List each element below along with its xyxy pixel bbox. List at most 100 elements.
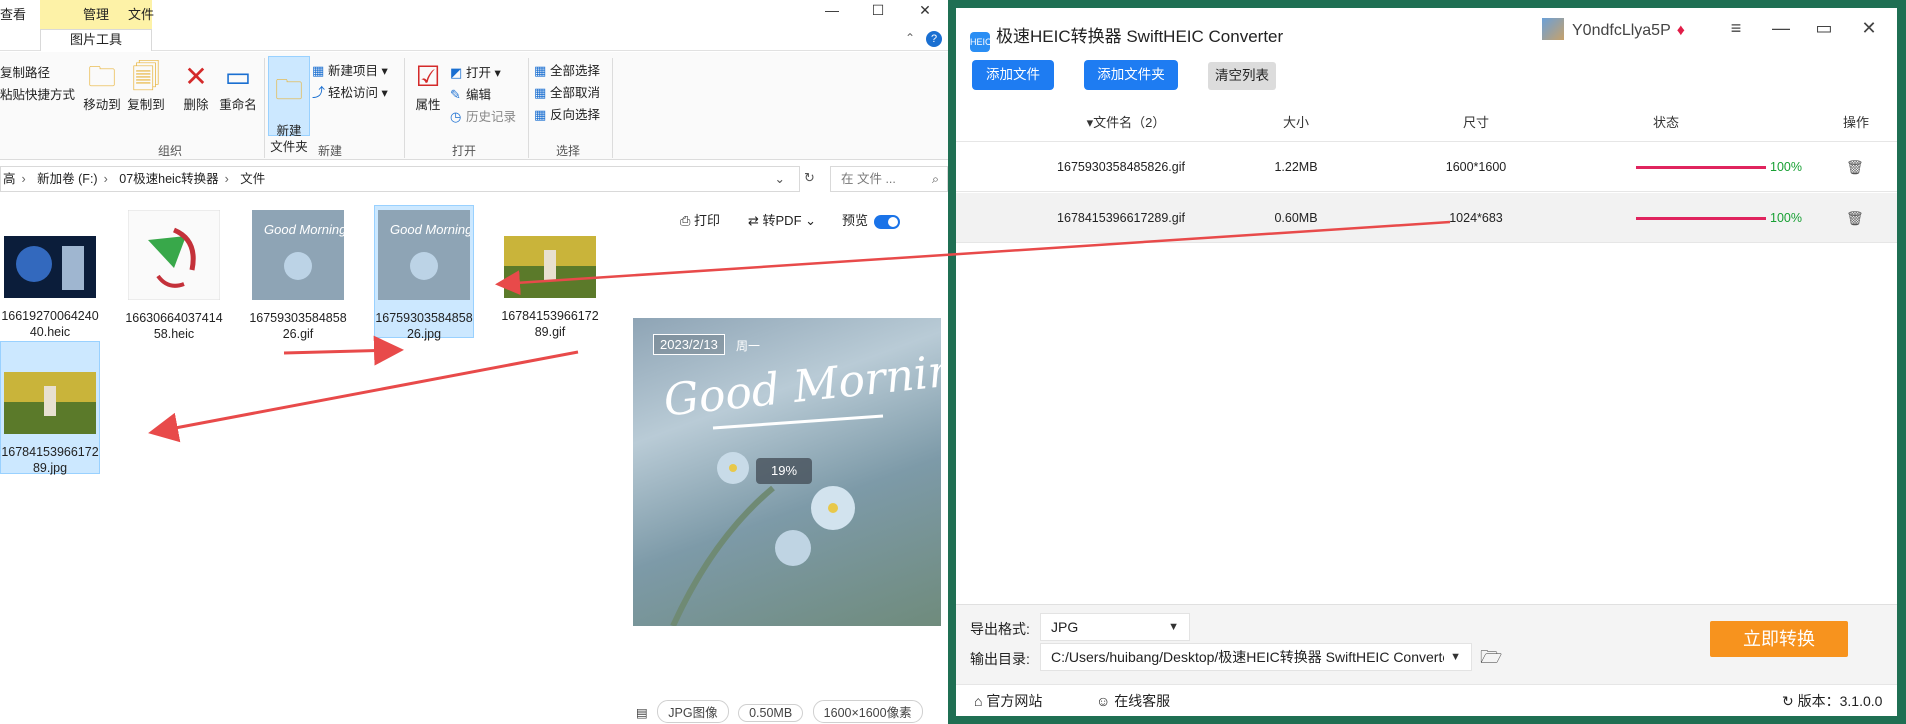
add-file-button[interactable]: 添加文件 <box>972 60 1054 90</box>
export-format-value: JPG <box>1051 619 1079 635</box>
delete-button[interactable]: ✕ 删除 <box>176 60 216 113</box>
output-dir-field[interactable]: C:/Users/huibang/Desktop/极速HEIC转换器 Swift… <box>1040 643 1472 671</box>
trash-icon[interactable]: 🗑 <box>1846 142 1864 192</box>
file-explorer-window: 查看 管理 文件 — ☐ ✕ 图片工具 ⌃ ? 复制路径 粘贴快捷方式 🗀 移动… <box>0 0 948 724</box>
file-item[interactable]: 1678415396617289.gif <box>500 236 600 340</box>
move-to-label: 移动到 <box>83 98 121 112</box>
search-input[interactable]: 在 文件 ... ⌕ <box>830 166 948 192</box>
file-name: 1678415396617289.jpg <box>1 445 99 475</box>
invert-selection-button[interactable]: ▦ 反向选择 <box>534 104 600 123</box>
file-item[interactable]: 1661927006424040.heic <box>0 236 100 340</box>
column-action: 操作 <box>1842 115 1869 130</box>
breadcrumb-item[interactable]: 文件 <box>240 172 265 186</box>
column-dimensions: 尺寸 <box>1462 115 1489 130</box>
open-folder-icon[interactable]: 🗁 <box>1480 645 1502 675</box>
select-all-button[interactable]: ▦ 全部选择 <box>534 60 600 79</box>
paste-shortcut-button[interactable]: 粘贴快捷方式 <box>0 84 75 103</box>
breadcrumb-item[interactable]: 新加卷 (F:) <box>37 172 97 186</box>
bottom-bar: ⌂ 官方网站 ☺ 在线客服 ↻ 版本：3.1.0.0 <box>956 684 1897 716</box>
export-format-select[interactable]: JPG ▼ <box>1040 613 1190 641</box>
address-bar[interactable]: 高 › 新加卷 (F:) › 07极速heic转换器 › 文件 ⌄ <box>0 166 800 192</box>
refresh-icon[interactable]: ↻ <box>804 170 815 186</box>
breadcrumb-item[interactable]: 07极速heic转换器 <box>119 172 218 186</box>
search-icon[interactable]: ⌕ <box>932 167 939 191</box>
tab-picture-tools[interactable]: 图片工具 <box>40 29 152 51</box>
new-folder-label: 新建 文件夹 <box>270 124 308 154</box>
convert-now-button[interactable]: 立即转换 <box>1710 621 1848 657</box>
new-folder-button[interactable]: 🗀 新建 文件夹 <box>268 56 310 154</box>
app-title: 极速HEIC转换器 SwiftHEIC Converter <box>996 27 1284 46</box>
export-format-label: 导出格式: <box>970 621 1030 637</box>
trash-icon[interactable]: 🗑 <box>1846 193 1864 243</box>
rename-button[interactable]: ▭ 重命名 <box>214 60 262 113</box>
open-button[interactable]: ◩ 打开 ▾ <box>450 62 501 81</box>
chevron-down-icon[interactable]: ⌄ <box>775 167 785 191</box>
caret-down-icon: ▼ <box>1444 644 1461 670</box>
output-dir-value: C:/Users/huibang/Desktop/极速HEIC转换器 Swift… <box>1051 649 1455 665</box>
select-none-icon: ▦ <box>534 85 547 100</box>
select-all-label: 全部选择 <box>550 64 601 78</box>
rename-label: 重命名 <box>219 98 257 112</box>
file-item-selected[interactable]: 1678415396617289.jpg <box>0 341 100 475</box>
select-none-button[interactable]: ▦ 全部取消 <box>534 82 600 101</box>
file-item-selected[interactable]: Good Morning! 1675930358485826.jpg <box>374 205 476 341</box>
preview-label: 预览 <box>842 213 869 228</box>
add-folder-button[interactable]: 添加文件夹 <box>1084 60 1178 90</box>
file-name: 1675930358485826.jpg <box>375 311 473 341</box>
invert-selection-icon: ▦ <box>534 107 547 122</box>
preview-weekday: 周一 <box>736 339 761 353</box>
svg-text:Good Morning!: Good Morning! <box>264 222 344 237</box>
file-item[interactable]: Good Morning! 1675930358485826.gif <box>248 210 350 342</box>
copy-to-button[interactable]: 🗐 复制到 <box>122 60 170 113</box>
user-account[interactable]: Y0ndfcLlya5P ♦ <box>1542 18 1685 40</box>
desktop-strip <box>956 716 1897 724</box>
move-to-button[interactable]: 🗀 移动到 <box>78 60 126 113</box>
tab-file[interactable]: 文件 <box>128 0 154 29</box>
copy-path-button[interactable]: 复制路径 <box>0 62 50 81</box>
official-website-label: 官方网站 <box>986 693 1043 709</box>
refresh-icon: ↻ <box>1782 693 1798 709</box>
to-pdf-button[interactable]: ⇄ 转PDF ⌄ <box>748 210 816 229</box>
print-label: 打印 <box>694 213 721 228</box>
caret-down-icon: ▼ <box>1168 621 1179 633</box>
group-organize-label: 组织 <box>158 144 183 158</box>
new-item-icon: ▦ <box>312 63 325 78</box>
online-support-link[interactable]: ☺ 在线客服 <box>1096 691 1170 711</box>
file-thumbnail <box>504 236 596 298</box>
tab-view[interactable]: 查看 <box>0 0 26 29</box>
collapse-ribbon-icon[interactable]: ⌃ <box>905 31 915 45</box>
file-type-icon: ▤ <box>636 706 648 720</box>
minimize-icon[interactable]: — <box>1766 18 1796 39</box>
toggle-switch[interactable] <box>874 214 901 229</box>
version-label: 版本：3.1.0.0 <box>1797 693 1883 709</box>
properties-label: 属性 <box>415 98 441 112</box>
open-label: 打开 <box>466 66 492 80</box>
maximize-icon[interactable]: ▭ <box>1809 18 1839 39</box>
group-divider <box>404 58 405 158</box>
properties-button[interactable]: ☑ 属性 <box>410 60 446 113</box>
official-website-link[interactable]: ⌂ 官方网站 <box>974 691 1042 711</box>
preview-toggle[interactable]: 预览 <box>842 210 901 229</box>
easy-access-button[interactable]: ⤴ 轻松访问 ▾ <box>312 82 388 101</box>
pdf-icon: ⇄ <box>748 213 763 228</box>
clear-list-button[interactable]: 清空列表 <box>1208 62 1276 90</box>
loading-progress: 19% <box>756 458 812 484</box>
help-icon[interactable]: ? <box>926 31 942 47</box>
maximize-icon[interactable]: ☐ <box>858 2 898 19</box>
close-icon[interactable]: ✕ <box>905 2 945 19</box>
edit-button[interactable]: ✎ 编辑 <box>450 84 491 103</box>
minimize-icon[interactable]: — <box>812 2 852 18</box>
print-button[interactable]: ⎙ 打印 <box>680 210 720 229</box>
table-row[interactable]: 1678415396617289.gif 0.60MB 1024*683 100… <box>956 193 1897 243</box>
file-item[interactable]: 1663066403741458.heic <box>124 209 224 342</box>
invert-selection-label: 反向选择 <box>550 108 601 122</box>
ribbon: 复制路径 粘贴快捷方式 🗀 移动到 🗐 复制到 ✕ 删除 ▭ 重命名 组织 🗀 … <box>0 52 948 160</box>
group-open-label: 打开 <box>452 144 477 158</box>
menu-icon[interactable]: ≡ <box>1721 18 1751 39</box>
table-row[interactable]: 1675930358485826.gif 1.22MB 1600*1600 10… <box>956 142 1897 192</box>
close-icon[interactable]: ✕ <box>1854 18 1884 39</box>
column-filename[interactable]: ▾文件名（2） <box>1046 104 1206 142</box>
progress-bar <box>1636 166 1766 169</box>
history-button[interactable]: ◷ 历史记录 <box>450 106 516 125</box>
new-item-button[interactable]: ▦ 新建项目 ▾ <box>312 60 388 79</box>
